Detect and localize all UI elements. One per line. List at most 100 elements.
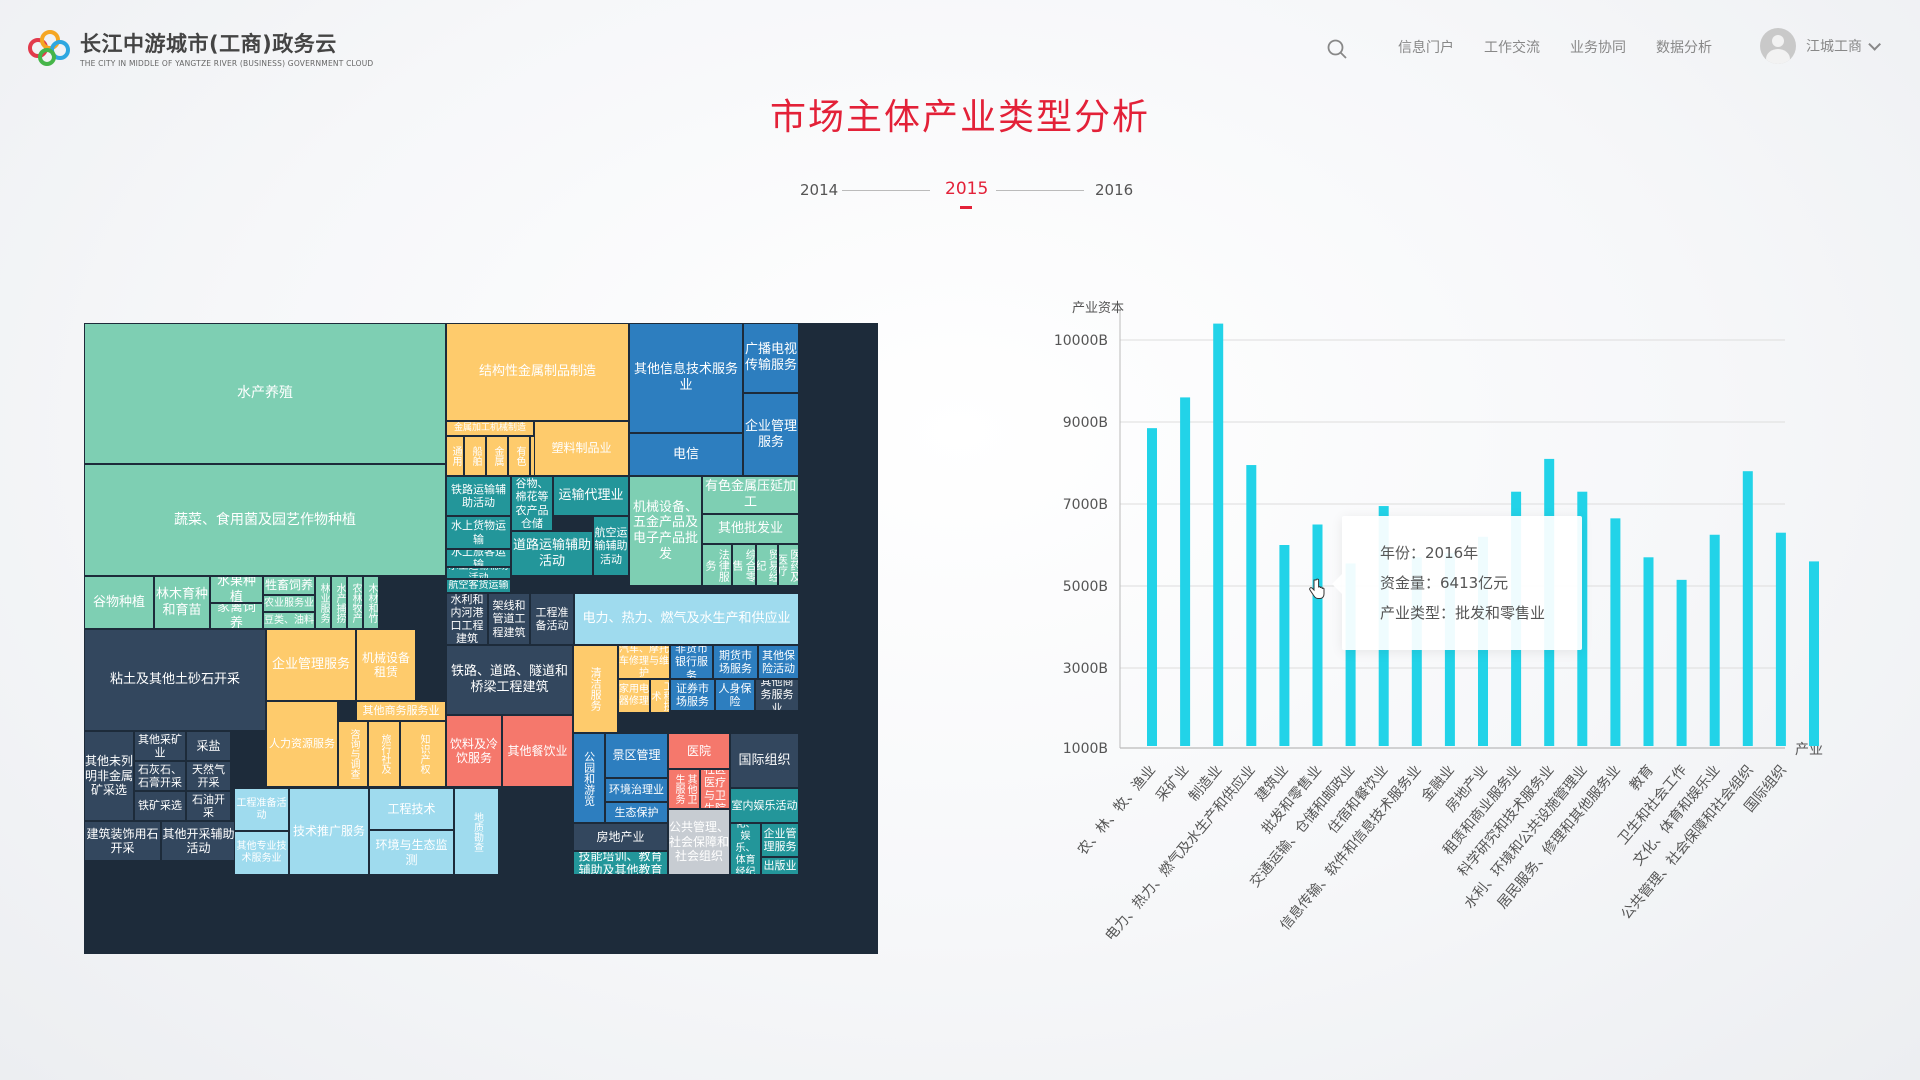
treemap-cell[interactable]: 有色 [508,436,530,476]
treemap-cell[interactable]: 人身保险 [715,679,755,711]
treemap-cell[interactable]: 期货市场服务 [713,645,758,679]
treemap-cell[interactable]: 农林牧产 [347,576,363,629]
treemap-cell[interactable]: 农业服务业 [263,595,315,612]
treemap-cell[interactable]: 社区医疗与卫生院 [700,769,730,809]
treemap-cell[interactable]: 塑料制品业 [534,421,629,476]
treemap-cell[interactable]: 水上旅客运输 [446,549,511,567]
treemap-cell[interactable]: 技能培训、教育辅助及其他教育 [573,851,668,875]
treemap-cell[interactable]: 企业管理服务 [743,393,799,476]
treemap-cell[interactable]: 企业管理服务 [761,823,799,857]
treemap-cell[interactable]: 人力资源服务 [266,701,338,787]
year-2014[interactable]: 2014 [800,181,838,199]
treemap-cell[interactable]: 其他商务服务业 [755,679,799,711]
treemap-cell[interactable]: 医药及医疗 [778,544,799,586]
treemap-cell[interactable]: 其他采矿业 [134,731,186,761]
treemap-cell[interactable]: 公共管理、社会保障和社会组织 [668,809,730,875]
treemap-cell[interactable]: 机械设备、五金产品及电子产品批发 [629,476,702,586]
treemap-cell[interactable]: 铁矿采选 [134,791,186,821]
treemap-cell[interactable]: 林业服务 [315,576,331,629]
treemap-cell[interactable]: 其他餐饮业 [502,715,573,787]
treemap-cell[interactable]: 工程准备活动 [530,593,574,645]
treemap-cell[interactable]: 综合零售 [732,544,756,586]
user-menu[interactable]: 江城工商 [1760,28,1881,64]
nav-info-portal[interactable]: 信息门户 [1398,37,1454,57]
treemap-cell[interactable]: 木材和竹 [363,576,379,629]
treemap-cell[interactable]: 蔬菜、食用菌及园艺作物种植 [84,464,446,576]
treemap-cell[interactable]: 铁路、道路、隧道和桥梁工程建筑 [446,645,573,715]
treemap-cell[interactable]: 船舶 [464,436,486,476]
treemap-cell[interactable]: 金属 [486,436,508,476]
treemap-cell[interactable]: 水产捕捞 [331,576,347,629]
treemap-cell[interactable]: 房地产业 [573,823,668,851]
treemap-cell[interactable]: 汽车、摩托车修理与维护 [618,645,670,679]
nav-data-analysis[interactable]: 数据分析 [1656,37,1712,57]
treemap-cell[interactable]: 其他开采辅助活动 [161,821,236,861]
treemap-cell[interactable]: 水上货物运输 [446,516,511,549]
treemap-cell[interactable]: 谷物、棉花等农产品仓储 [511,476,553,531]
treemap-cell[interactable]: 有色金属压延加工 [702,476,799,514]
treemap-cell[interactable]: 企业管理服务 [266,629,356,701]
treemap-cell[interactable]: 工程准备活动 [234,788,289,831]
treemap-cell[interactable]: 铁路运输辅助活动 [446,476,511,516]
treemap-cell[interactable]: 其他未列明非金属矿采选 [84,731,134,821]
treemap-cell[interactable]: 环境治理业 [605,778,668,802]
treemap-cell[interactable]: 水果种植 [210,576,263,603]
treemap-cell[interactable]: 豆类、油料 [263,612,315,629]
treemap-cell[interactable]: 家用电器修理 [618,679,650,713]
year-2015[interactable]: 2015 [945,179,988,199]
treemap-cell[interactable]: 文化、娱乐、体育经纪代理 [730,823,761,875]
treemap-cell[interactable]: 水上运输辅助活动 [446,567,511,579]
treemap-cell[interactable]: 法律服务 [702,544,732,586]
treemap-cell[interactable]: 石灰石、石膏开采 [134,761,186,791]
treemap-cell[interactable]: 金属加工机械制造 [446,421,534,436]
treemap-cell[interactable]: 咨询与调查 [338,721,368,787]
treemap-cell[interactable]: 结构性金属制品制造 [446,323,629,421]
search-icon[interactable] [1326,38,1348,60]
nav-business-collab[interactable]: 业务协同 [1570,37,1626,57]
chevron-down-icon[interactable] [1868,37,1881,51]
nav-work-exchange[interactable]: 工作交流 [1484,37,1540,57]
logo[interactable]: 长江中游城市(工商)政务云 THE CITY IN MIDDLE OF YANG… [28,28,373,68]
treemap-cell[interactable]: 家禽饲养 [210,603,263,629]
treemap-cell[interactable]: 谷物种植 [84,576,154,629]
treemap-cell[interactable]: 粘土及其他土砂石开采 [84,629,266,731]
treemap-cell[interactable]: 公园和游览 [573,733,605,823]
treemap-cell[interactable]: 室内娱乐活动 [730,788,799,823]
treemap-cell[interactable]: 航空客货运输 [446,579,511,593]
treemap-cell[interactable]: 运输代理业 [553,476,629,516]
treemap-cell[interactable]: 环境与生态监测 [369,830,454,875]
treemap-cell[interactable]: 其他批发业 [702,514,799,544]
user-name[interactable]: 江城工商 [1806,36,1862,56]
treemap-cell[interactable]: 贸易经纪 [756,544,778,586]
treemap-cell[interactable]: 地质勘查 [454,788,499,875]
treemap-cell[interactable]: 电信 [629,433,743,476]
treemap-cell[interactable]: 清洁服务 [573,645,618,733]
treemap-cell[interactable]: 电力、热力、燃气及水生产和供应业 [574,593,799,645]
treemap-cell[interactable]: 出版业 [761,857,799,875]
treemap-cell[interactable]: 生态保护 [605,802,668,823]
treemap-cell[interactable]: 道路运输辅助活动 [511,531,593,576]
treemap-cell[interactable]: 旅行社及 [368,721,400,787]
treemap-cell[interactable]: 其他卫生服务 [668,769,700,809]
treemap-cell[interactable]: 其他专业技术服务业 [234,831,289,875]
treemap-cell[interactable]: 技术推广服务 [289,788,369,875]
year-2016[interactable]: 2016 [1095,181,1133,199]
treemap-cell[interactable]: 景区管理 [605,733,668,778]
treemap-cell[interactable]: 其他商务服务业 [356,701,446,721]
treemap-cell[interactable]: 医院 [668,733,730,769]
treemap-cell[interactable]: 机械设备租赁 [356,629,416,701]
treemap-cell[interactable]: 牲畜饲养 [263,576,315,595]
avatar-icon[interactable] [1760,28,1796,64]
treemap-cell[interactable]: 航空运输辅助活动 [593,516,629,576]
treemap-cell[interactable]: 天然气开采 [186,761,231,791]
treemap-cell[interactable]: 其他信息技术服务业 [629,323,743,433]
treemap-cell[interactable]: 知识产权 [400,721,446,787]
treemap-cell[interactable]: 饮料及冷饮服务 [446,715,502,787]
treemap-cell[interactable]: 非货币银行服务 [670,645,713,679]
treemap-cell[interactable]: 石油开采 [186,791,231,821]
treemap-cell[interactable]: 水产养殖 [84,323,446,464]
treemap-cell[interactable]: 通用 [446,436,464,476]
treemap-cell[interactable]: 国际组织 [730,733,799,788]
treemap-cell[interactable]: 水利和内河港口工程建筑 [446,593,488,645]
treemap-cell[interactable]: 工程技术 [369,788,454,830]
